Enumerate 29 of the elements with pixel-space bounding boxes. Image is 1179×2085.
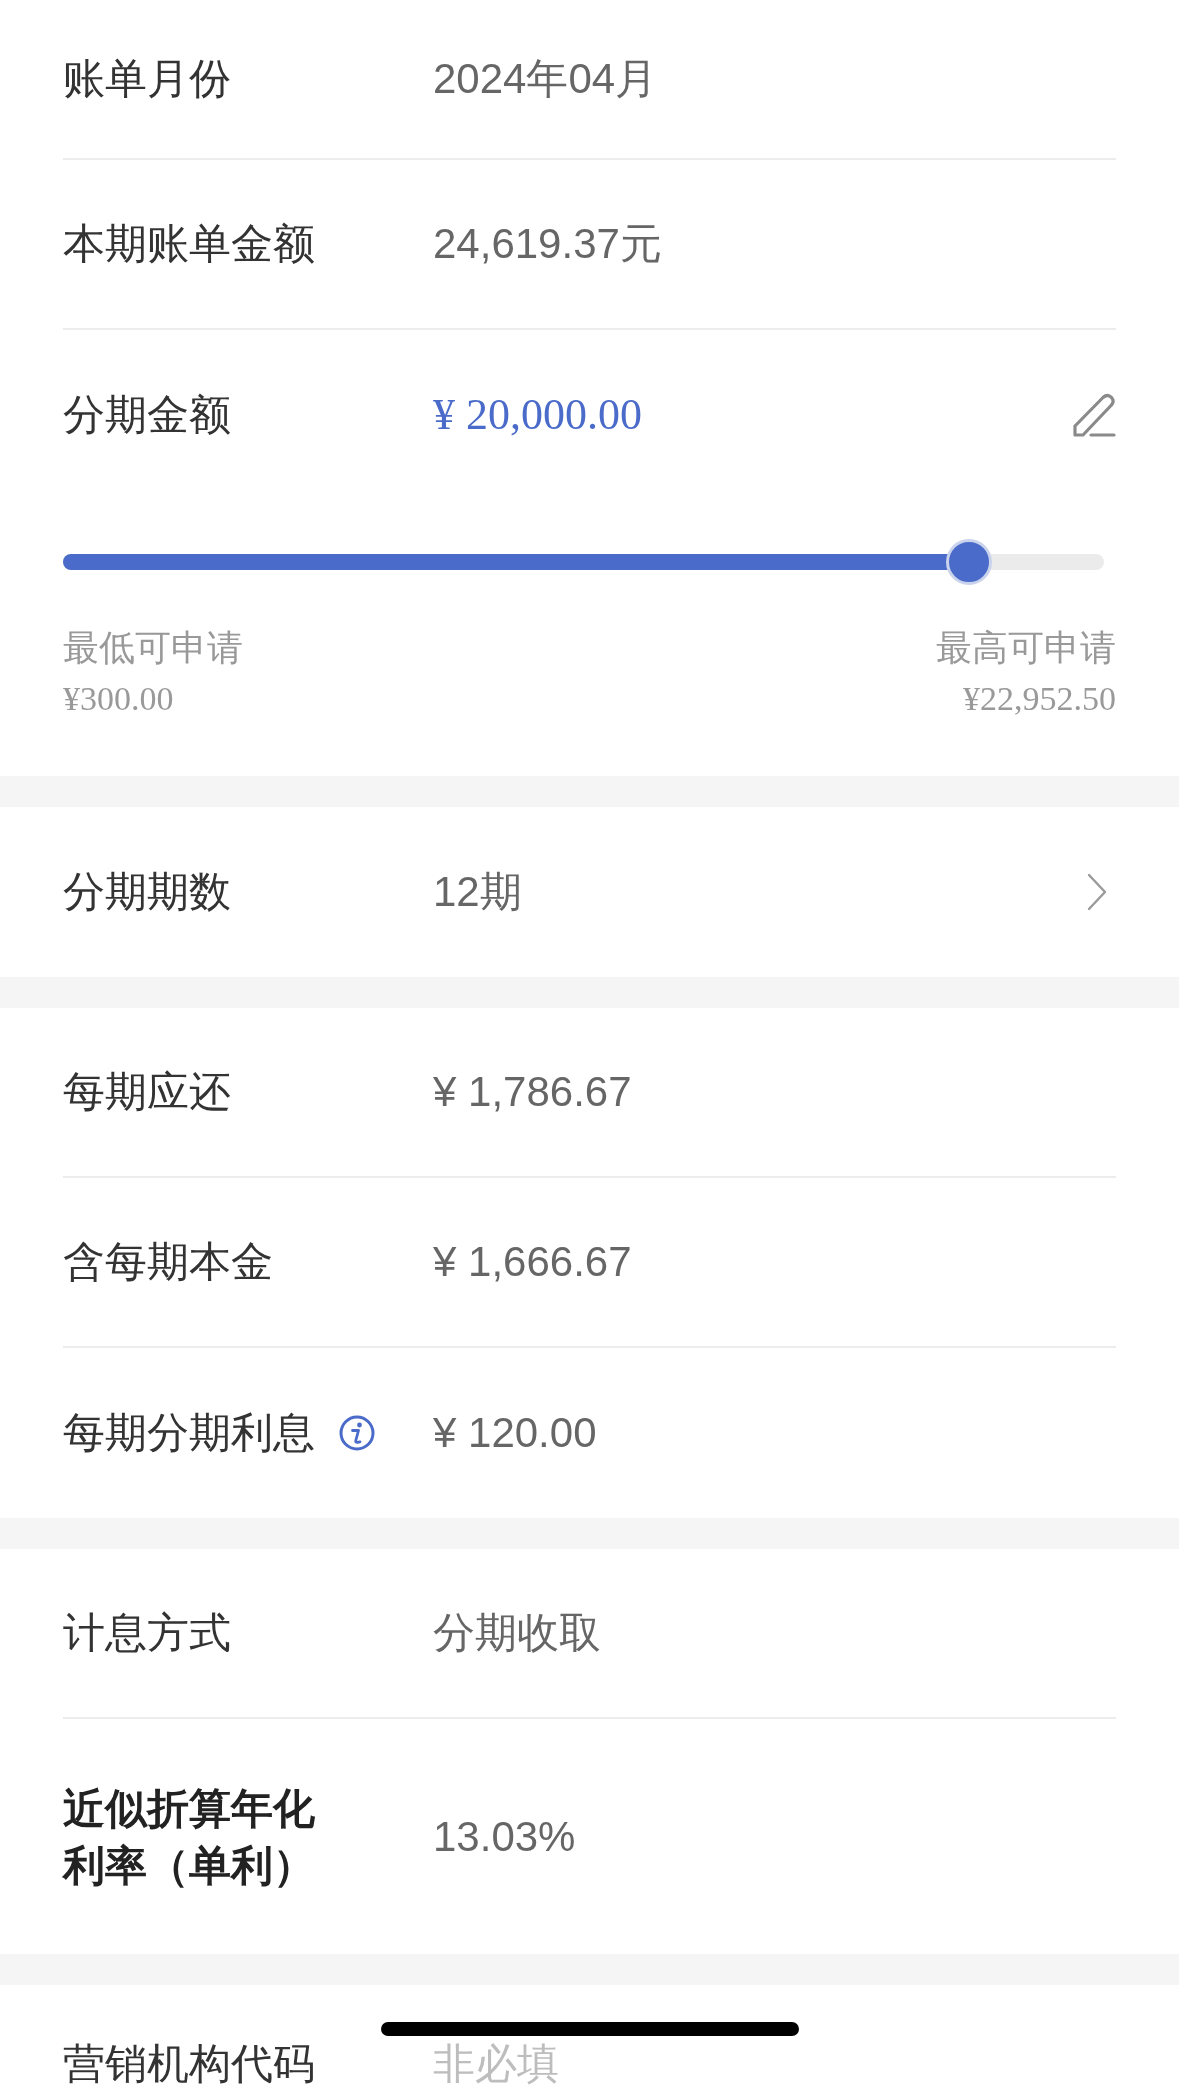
field-label: 营销机构代码 [63,2042,315,2085]
field-value: 12期 [433,867,522,917]
pencil-icon[interactable] [1072,392,1116,438]
field-value: 分期收取 [433,1608,601,1658]
field-value: 2024年04月 [433,54,658,104]
amount-value: ¥ 20,000.00 [433,389,642,441]
field-label: 近似折算年化利率（单利） [63,1783,316,1891]
field-label: 每期分期利息 [63,1408,315,1458]
field-label: 含每期本金 [63,1237,273,1287]
field-label: 账单月份 [63,54,231,104]
field-value: 24,619.37元 [433,219,662,269]
range-amount: ¥22,952.50 [963,679,1116,719]
field-value: ¥ 1,666.67 [433,1237,632,1287]
field-label: 分期期数 [63,867,231,917]
input-field[interactable]: 非必填 [433,2042,1116,2085]
range-amount: ¥300.00 [63,679,174,719]
field-label: 分期金额 [63,390,231,440]
field-value: 13.03% [433,1811,576,1862]
range-label: 最高可申请 [936,626,1116,670]
info-icon[interactable] [339,1415,375,1451]
slider-thumb[interactable] [945,539,992,585]
field-label: 本期账单金额 [63,219,315,269]
amount-slider[interactable] [63,539,1104,585]
field-label: 每期应还 [63,1067,231,1117]
range-label: 最低可申请 [63,626,243,670]
chevron-right-icon[interactable] [1086,872,1108,912]
field-value: ¥ 120.00 [433,1408,597,1458]
field-value: ¥ 1,786.67 [433,1067,632,1117]
field-label: 计息方式 [63,1608,231,1658]
